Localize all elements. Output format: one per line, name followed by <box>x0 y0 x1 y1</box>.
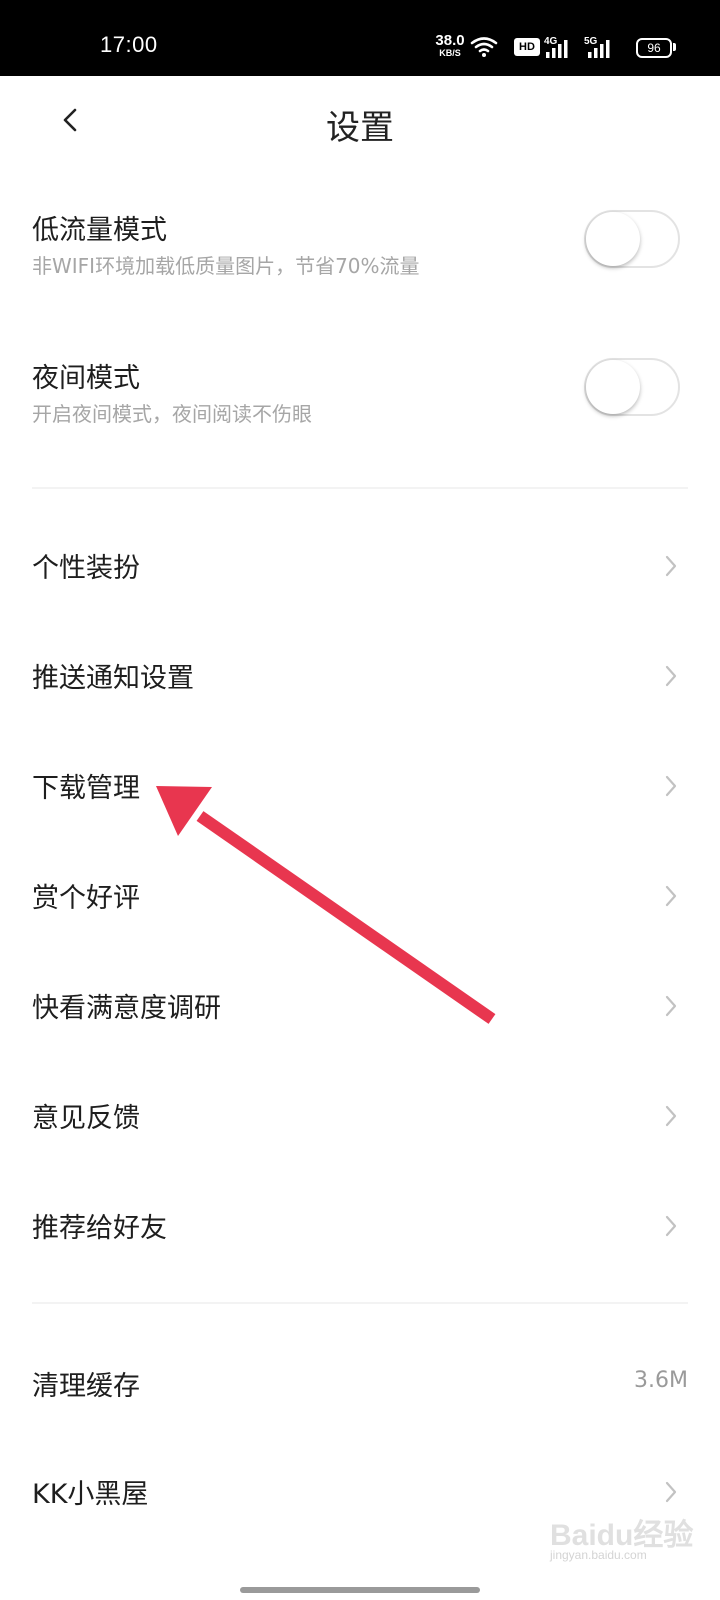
download-management-label: 下载管理 <box>32 773 140 804</box>
night-mode-label: 夜间模式 <box>32 363 140 394</box>
chevron-right-icon <box>665 775 677 797</box>
night-mode-description: 开启夜间模式，夜间阅读不伤眼 <box>32 402 312 426</box>
satisfaction-survey-row[interactable]: 快看满意度调研 <box>0 970 720 1040</box>
wifi-icon <box>470 37 498 57</box>
network-speed: 38.0 KB/S <box>430 32 470 60</box>
cache-size-value: 3.6M <box>634 1368 688 1393</box>
chevron-right-icon <box>665 665 677 687</box>
toggle-knob <box>586 212 640 266</box>
download-management-row[interactable]: 下载管理 <box>0 750 720 820</box>
kk-dark-room-label: KK小黑屋 <box>32 1479 149 1510</box>
rate-app-row[interactable]: 赏个好评 <box>0 860 720 930</box>
chevron-right-icon <box>665 1215 677 1237</box>
feedback-label: 意见反馈 <box>32 1103 140 1134</box>
battery-icon: 96 <box>636 38 672 58</box>
chevron-right-icon <box>665 1105 677 1127</box>
chevron-right-icon <box>665 995 677 1017</box>
page-title: 设置 <box>326 108 394 148</box>
baidu-jingyan-watermark: Baidu经验 jingyan.baidu.com <box>550 1510 700 1570</box>
toggle-knob <box>586 360 640 414</box>
signal-icon <box>588 40 610 58</box>
low-data-mode-toggle[interactable] <box>584 210 680 268</box>
low-data-mode-row: 低流量模式 非WIFI环境加载低质量图片，节省70%流量 <box>0 190 720 300</box>
low-data-mode-description: 非WIFI环境加载低质量图片，节省70%流量 <box>32 254 420 278</box>
personalization-label: 个性装扮 <box>32 553 140 584</box>
recommend-to-friends-label: 推荐给好友 <box>32 1213 167 1244</box>
push-notification-settings-row[interactable]: 推送通知设置 <box>0 640 720 710</box>
low-data-mode-label: 低流量模式 <box>32 215 167 246</box>
section-divider <box>32 1302 688 1304</box>
night-mode-toggle[interactable] <box>584 358 680 416</box>
clear-cache-row[interactable]: 清理缓存 3.6M <box>0 1346 720 1416</box>
recommend-to-friends-row[interactable]: 推荐给好友 <box>0 1190 720 1260</box>
watermark-sub-text: jingyan.baidu.com <box>550 1548 647 1562</box>
hd-voice-badge: HD <box>514 38 540 56</box>
battery-tip <box>673 43 676 51</box>
satisfaction-survey-label: 快看满意度调研 <box>32 993 221 1024</box>
status-bar: 17:00 38.0 KB/S HD 4G 5G 96 <box>0 0 720 76</box>
night-mode-row: 夜间模式 开启夜间模式，夜间阅读不伤眼 <box>0 338 720 448</box>
signal-icon <box>546 40 568 58</box>
status-time: 17:00 <box>100 32 158 57</box>
chevron-right-icon <box>665 1481 677 1503</box>
chevron-right-icon <box>665 885 677 907</box>
chevron-right-icon <box>665 555 677 577</box>
section-divider <box>32 487 688 489</box>
home-indicator[interactable] <box>240 1587 480 1593</box>
network-speed-value: 38.0 <box>435 32 465 49</box>
clear-cache-label: 清理缓存 <box>32 1371 140 1402</box>
feedback-row[interactable]: 意见反馈 <box>0 1080 720 1150</box>
rate-app-label: 赏个好评 <box>32 883 140 914</box>
personalization-row[interactable]: 个性装扮 <box>0 530 720 600</box>
push-notification-settings-label: 推送通知设置 <box>32 663 194 694</box>
